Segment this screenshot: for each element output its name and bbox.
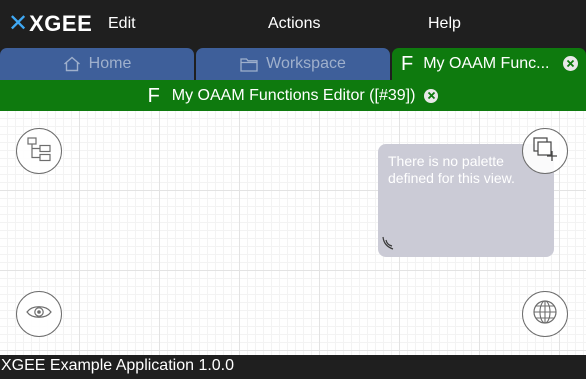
tab-home-label: Home	[88, 55, 132, 72]
functions-f-icon: F	[147, 84, 160, 107]
menu-help[interactable]: Help	[428, 15, 461, 33]
menu-bar: ✕ XGEE Edit Actions Help	[0, 0, 586, 48]
eye-icon	[25, 302, 53, 327]
functions-f-icon: F	[401, 53, 414, 75]
hierarchy-icon	[26, 136, 52, 167]
status-text: XGEE Example Application 1.0.0	[1, 357, 235, 374]
close-icon[interactable]	[563, 56, 578, 71]
logo-x-mark: ✕	[8, 10, 29, 37]
view-button[interactable]	[16, 291, 62, 337]
add-view-button[interactable]	[522, 128, 568, 174]
resize-handle-icon[interactable]	[381, 235, 397, 255]
globe-icon	[531, 298, 559, 331]
outline-button[interactable]	[16, 128, 62, 174]
editor-close-icon[interactable]	[424, 88, 439, 103]
tab-oaam-label: My OAAM Func...	[423, 55, 550, 72]
editor-title: My OAAM Functions Editor ([#39])	[171, 86, 416, 104]
tab-bar: Home Workspace F My OAAM Func...	[0, 48, 586, 80]
tab-oaam-functions[interactable]: F My OAAM Func...	[392, 48, 586, 80]
tab-workspace-label: Workspace	[266, 55, 346, 72]
add-copy-icon	[531, 135, 559, 168]
status-bar: XGEE Example Application 1.0.0	[0, 355, 586, 379]
menu-edit[interactable]: Edit	[108, 15, 136, 33]
xgee-logo: ✕ XGEE	[8, 9, 92, 39]
tab-home[interactable]: Home	[0, 48, 194, 80]
tab-workspace[interactable]: Workspace	[196, 48, 390, 80]
menu-actions[interactable]: Actions	[268, 15, 320, 33]
logo-name: XGEE	[29, 11, 93, 36]
editor-canvas[interactable]: There is no palette defined for this vie…	[0, 111, 586, 355]
home-icon	[63, 56, 81, 72]
editor-title-bar: F My OAAM Functions Editor ([#39])	[0, 80, 586, 111]
folder-icon	[240, 57, 258, 72]
globe-button[interactable]	[522, 291, 568, 337]
palette-message: There is no palette defined for this vie…	[388, 153, 515, 186]
